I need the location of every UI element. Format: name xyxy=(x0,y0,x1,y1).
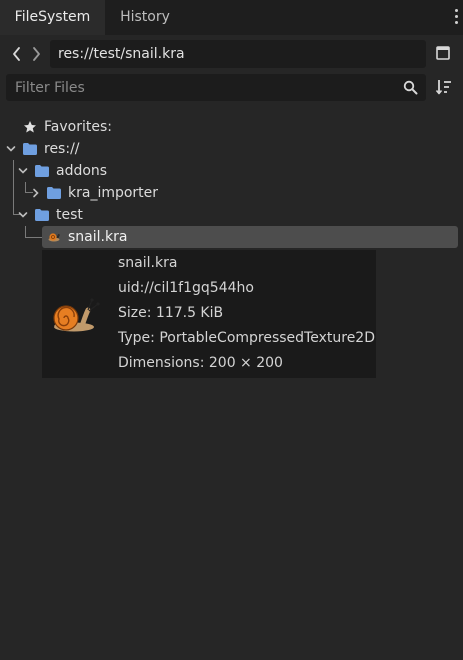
tooltip-dimensions: Dimensions: 200 × 200 xyxy=(118,355,283,371)
tab-filesystem[interactable]: FileSystem xyxy=(0,0,105,35)
tree-item-label: addons xyxy=(56,163,108,179)
sort-icon[interactable] xyxy=(435,78,453,96)
tree-item-snail-kra[interactable]: snail.kra xyxy=(42,226,458,248)
folder-icon xyxy=(35,209,49,221)
more-options-icon[interactable] xyxy=(453,9,459,27)
forward-arrow-icon[interactable] xyxy=(29,45,43,63)
tooltip-uid: uid://cil1f1gq544ho xyxy=(118,280,254,296)
tree-item-label: test xyxy=(56,207,83,223)
folder-icon xyxy=(35,165,49,177)
snail-thumbnail-icon xyxy=(48,233,60,242)
search-icon xyxy=(403,80,418,95)
tab-bar: FileSystem History xyxy=(0,0,463,35)
tree-item-addons[interactable]: addons xyxy=(0,160,463,182)
tree-item-favorites[interactable]: Favorites: xyxy=(0,116,463,138)
chevron-down-icon[interactable] xyxy=(6,144,16,154)
snail-preview-image xyxy=(53,298,100,332)
tooltip-size: Size: 117.5 KiB xyxy=(118,305,224,321)
tree-item-kra-importer[interactable]: kra_importer xyxy=(0,182,463,204)
tree-item-label: res:// xyxy=(44,141,80,157)
tree-item-res-root[interactable]: res:// xyxy=(0,138,463,160)
tree-item-test[interactable]: test xyxy=(0,204,463,226)
toggle-split-icon[interactable] xyxy=(436,46,450,60)
folder-icon xyxy=(23,143,37,155)
path-field[interactable]: res://test/snail.kra xyxy=(50,40,426,68)
chevron-down-icon[interactable] xyxy=(18,166,28,176)
tree-guide xyxy=(25,226,26,237)
back-arrow-icon[interactable] xyxy=(10,45,24,63)
star-icon xyxy=(24,121,36,133)
chevron-right-icon[interactable] xyxy=(31,188,41,198)
tree-guide xyxy=(25,237,42,238)
filter-input[interactable] xyxy=(6,74,386,101)
file-tooltip: snail.kra uid://cil1f1gq544ho Size: 117.… xyxy=(42,250,376,378)
tree-item-label: snail.kra xyxy=(68,229,128,245)
tooltip-filename: snail.kra xyxy=(118,255,178,271)
filter-box xyxy=(6,74,426,101)
tooltip-type: Type: PortableCompressedTexture2D xyxy=(118,330,375,346)
folder-icon xyxy=(47,187,61,199)
chevron-down-icon[interactable] xyxy=(18,210,28,220)
path-text: res://test/snail.kra xyxy=(58,46,185,62)
tree-item-label: kra_importer xyxy=(68,185,159,201)
tree-item-label: Favorites: xyxy=(44,119,112,135)
tab-history[interactable]: History xyxy=(105,0,185,35)
